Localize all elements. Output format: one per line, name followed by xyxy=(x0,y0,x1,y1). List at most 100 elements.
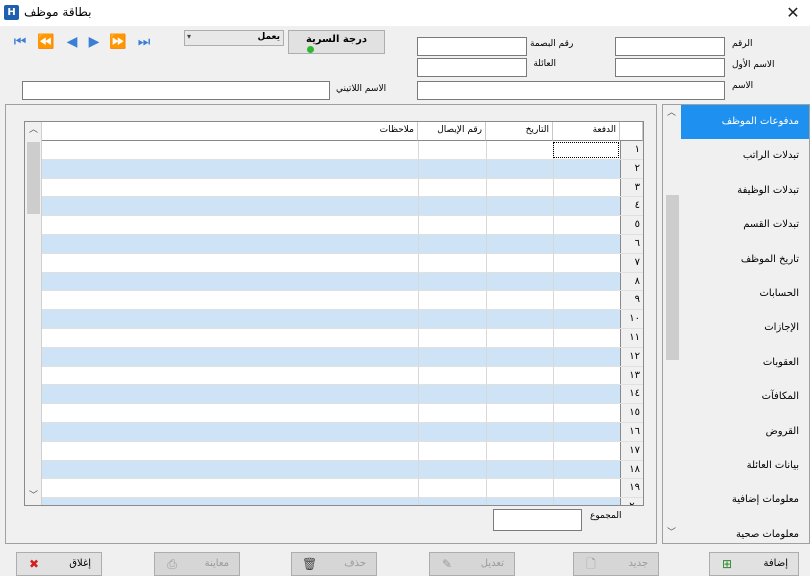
table-row[interactable]: ٢ xyxy=(42,159,643,179)
previous-record-icon[interactable]: ◀ xyxy=(62,32,82,52)
side-menu-item[interactable]: تبدلات الراتب xyxy=(681,139,809,173)
side-menu-item[interactable]: الإجازات xyxy=(681,311,809,345)
row-number: ٧ xyxy=(620,253,643,272)
table-row[interactable]: ٣ xyxy=(42,178,643,198)
col-header-receipt[interactable]: رقم الإيصال xyxy=(418,122,486,141)
cell-divider xyxy=(418,404,419,422)
table-row[interactable]: ١٧ xyxy=(42,441,643,461)
table-row[interactable]: ٢٠ xyxy=(42,498,643,505)
fingerprint-label: رقم البصمة xyxy=(530,39,574,49)
side-scroll-thumb[interactable] xyxy=(666,195,679,360)
cell-divider xyxy=(486,310,487,328)
row-number: ١٢ xyxy=(620,347,643,366)
number-field[interactable] xyxy=(615,37,725,56)
previous-page-icon[interactable]: ⏪ xyxy=(36,32,56,52)
cell-divider xyxy=(418,253,419,272)
side-menu-item[interactable]: معلومات إضافية xyxy=(681,483,809,517)
secret-degree-button[interactable]: درجة السرية xyxy=(288,30,385,54)
side-menu-item[interactable]: تبدلات القسم xyxy=(681,208,809,242)
row-number: ١٠ xyxy=(620,310,643,328)
side-menu-item[interactable]: القروض xyxy=(681,415,809,449)
first-name-field[interactable] xyxy=(615,58,725,77)
side-menu-item[interactable]: معلومات صحية xyxy=(681,518,809,552)
chevron-down-icon: ▾ xyxy=(187,32,192,41)
cell-divider xyxy=(486,479,487,498)
family-field[interactable] xyxy=(417,58,527,77)
cell-divider xyxy=(418,441,419,460)
row-number: ١٧ xyxy=(620,441,643,460)
cell-divider xyxy=(486,216,487,234)
add-button[interactable]: ⊞ إضافة xyxy=(709,552,799,576)
scroll-down-icon[interactable]: ﹀ xyxy=(663,525,680,542)
table-row[interactable]: ١٦ xyxy=(42,423,643,442)
col-header-date[interactable]: التاريخ xyxy=(486,122,553,141)
new-button[interactable]: 🗋 جديد xyxy=(573,552,659,576)
close-window-icon[interactable]: ✕ xyxy=(780,2,806,24)
table-row[interactable]: ١٩ xyxy=(42,479,643,499)
side-menu-item[interactable]: مدفوعات الموظف xyxy=(681,105,809,140)
side-menu-item[interactable]: المكافآت xyxy=(681,380,809,414)
scroll-down-icon[interactable]: ﹀ xyxy=(25,488,42,505)
name-field[interactable] xyxy=(417,81,725,100)
row-number: ١ xyxy=(620,141,643,159)
table-row[interactable]: ٦ xyxy=(42,235,643,254)
col-header-notes[interactable]: ملاحظات xyxy=(42,122,418,141)
first-record-icon[interactable]: ⏮ xyxy=(10,32,30,52)
app-logo-icon: H xyxy=(4,5,19,20)
side-menu-item[interactable]: تبدلات الوظيفة xyxy=(681,174,809,208)
payments-grid[interactable]: ︿ ﹀ ملاحظات رقم الإيصال التاريخ الدفعة ١… xyxy=(24,121,644,506)
table-row[interactable]: ٧ xyxy=(42,253,643,273)
cell-divider xyxy=(553,197,554,216)
side-scrollbar[interactable]: ︿ ﹀ xyxy=(663,105,681,543)
side-menu-item[interactable]: العقوبات xyxy=(681,346,809,380)
table-row[interactable]: ٨ xyxy=(42,272,643,292)
table-row[interactable]: ١ xyxy=(42,141,643,160)
row-number: ١٥ xyxy=(620,404,643,422)
table-row[interactable]: ٩ xyxy=(42,291,643,311)
table-row[interactable]: ١٢ xyxy=(42,347,643,367)
focused-cell[interactable] xyxy=(553,142,619,158)
row-number: ١٣ xyxy=(620,366,643,385)
row-number: ١٤ xyxy=(620,385,643,404)
latin-name-field[interactable] xyxy=(22,81,330,100)
cell-divider xyxy=(418,197,419,216)
table-row[interactable]: ١٠ xyxy=(42,310,643,329)
col-header-payment[interactable]: الدفعة xyxy=(553,122,620,141)
next-page-icon[interactable]: ⏩ xyxy=(108,32,128,52)
total-field[interactable] xyxy=(493,509,582,531)
cell-divider xyxy=(418,310,419,328)
table-row[interactable]: ١٣ xyxy=(42,366,643,386)
side-menu-item[interactable]: بيانات العائلة xyxy=(681,449,809,483)
status-select[interactable]: ▾ يعمل xyxy=(184,30,284,46)
cell-divider xyxy=(553,347,554,366)
preview-button[interactable]: ⎙ معاينة xyxy=(154,552,240,576)
scroll-up-icon[interactable]: ︿ xyxy=(25,122,42,139)
family-label: العائلة xyxy=(533,59,556,69)
side-menu-item[interactable]: الحسابات xyxy=(681,277,809,311)
scroll-up-icon[interactable]: ︿ xyxy=(663,105,680,122)
next-record-icon[interactable]: ▶ xyxy=(84,32,104,52)
cell-divider xyxy=(418,329,419,347)
table-row[interactable]: ١٨ xyxy=(42,460,643,480)
cell-divider xyxy=(418,460,419,479)
table-row[interactable]: ٥ xyxy=(42,216,643,235)
grid-scrollbar[interactable]: ︿ ﹀ xyxy=(25,122,42,505)
edit-button[interactable]: ✎ تعديل xyxy=(429,552,515,576)
cell-divider xyxy=(553,385,554,404)
delete-button[interactable]: 🗑 حذف xyxy=(291,552,377,576)
table-row[interactable]: ١١ xyxy=(42,329,643,348)
window-title: بطاقة موظف xyxy=(24,5,92,19)
cell-divider xyxy=(418,216,419,234)
table-row[interactable]: ١٥ xyxy=(42,404,643,423)
cell-divider xyxy=(553,216,554,234)
table-row[interactable]: ٤ xyxy=(42,197,643,217)
cell-divider xyxy=(486,197,487,216)
close-button[interactable]: ✖ إغلاق xyxy=(16,552,102,576)
side-menu-item[interactable]: تاريخ الموظف xyxy=(681,243,809,277)
fingerprint-field[interactable] xyxy=(417,37,527,56)
table-row[interactable]: ١٤ xyxy=(42,385,643,405)
cell-divider xyxy=(553,498,554,505)
scroll-thumb[interactable] xyxy=(27,142,40,214)
last-record-icon[interactable]: ⏭ xyxy=(134,32,154,52)
cell-divider xyxy=(553,404,554,422)
